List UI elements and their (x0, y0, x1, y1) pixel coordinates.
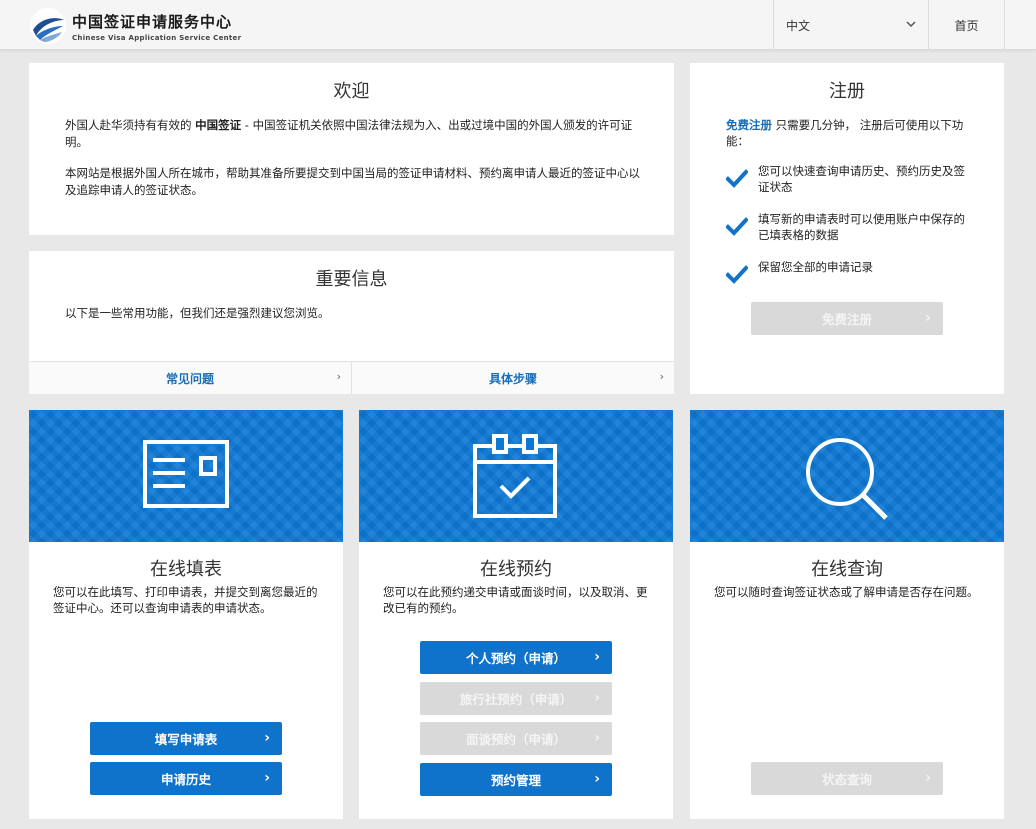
personal-appointment-button-label: 个人预约（申请） (465, 651, 566, 666)
steps-link-label: 具体步骤 (488, 371, 537, 386)
info-links-bar: 常见问题 › 具体步骤 › (29, 361, 674, 394)
chevron-right-icon: › (336, 370, 341, 383)
status-query-button-label: 状态查询 (821, 772, 872, 787)
chevron-right-icon: › (264, 770, 270, 786)
chevron-right-icon: › (594, 649, 600, 665)
calendar-icon (473, 434, 557, 518)
application-history-button-label: 申请历史 (160, 772, 211, 787)
benefit-item: 填写新的申请表时可以使用账户中保存的已填表格的数据 (726, 211, 976, 243)
language-select-value: 中文 (786, 18, 811, 33)
chevron-right-icon: › (925, 310, 931, 326)
online-form-banner (29, 410, 343, 542)
logo-globe-icon (30, 8, 66, 44)
checkmark-icon (726, 265, 748, 284)
online-query-banner (690, 410, 1004, 542)
welcome-card: 欢迎 外国人赴华须持有有效的 中国签证 - 中国签证机关依照中国法律法规为入、出… (29, 63, 674, 235)
register-card: 注册 免费注册 只需要几分钟， 注册后可使用以下功能： 您可以快速查询申请历史、… (690, 63, 1004, 394)
faq-link-label: 常见问题 (165, 371, 214, 386)
register-title: 注册 (829, 81, 865, 102)
benefit-item: 保留您全部的申请记录 (726, 259, 976, 285)
benefit-text: 您可以快速查询申请历史、预约历史及签证状态 (758, 164, 965, 194)
fill-form-button-label: 填写申请表 (154, 732, 218, 747)
benefit-item: 您可以快速查询申请历史、预约历史及签证状态 (726, 163, 976, 195)
online-form-title: 在线填表 (150, 559, 222, 580)
interview-appointment-button-label: 面谈预约（申请） (465, 732, 566, 747)
welcome-title: 欢迎 (333, 81, 370, 102)
search-icon (806, 438, 888, 520)
online-form-desc: 您可以在此填写、打印申请表，并提交到离您最近的签证中心。还可以查询申请表的申请状… (53, 585, 318, 615)
register-intro: 免费注册 只需要几分钟， 注册后可使用以下功能： (726, 117, 976, 149)
online-form-card: 在线填表 您可以在此填写、打印申请表，并提交到离您最近的签证中心。还可以查询申请… (29, 410, 343, 819)
benefit-text: 填写新的申请表时可以使用账户中保存的已填表格的数据 (758, 212, 965, 242)
chevron-right-icon: › (925, 770, 931, 786)
online-appointment-banner (359, 410, 673, 542)
chevron-right-icon: › (594, 730, 600, 746)
online-query-desc: 您可以随时查询签证状态或了解申请是否存在问题。 (714, 585, 979, 599)
steps-link[interactable]: 具体步骤 › (352, 362, 674, 394)
site-header: 中国签证申请服务中心 Chinese Visa Application Serv… (0, 0, 1036, 50)
agency-appointment-button-label: 旅行社预约（申请） (459, 692, 573, 707)
welcome-paragraph-1: 外国人赴华须持有有效的 中国签证 - 中国签证机关依照中国法律法规为入、出或过境… (65, 117, 645, 151)
checkmark-icon (726, 169, 748, 188)
online-query-title: 在线查询 (811, 559, 883, 580)
chevron-right-icon: › (594, 690, 600, 706)
chevron-right-icon: › (594, 771, 600, 787)
chevron-right-icon: › (659, 370, 664, 383)
online-query-card: 在线查询 您可以随时查询签证状态或了解申请是否存在问题。 状态查询 › (690, 410, 1004, 819)
home-link[interactable]: 首页 (929, 0, 1005, 50)
important-info-text: 以下是一些常用功能，但我们还是强烈建议您浏览。 (65, 306, 330, 320)
free-register-button[interactable]: 免费注册 › (751, 302, 943, 335)
checkmark-icon (726, 217, 748, 236)
manage-appointment-button[interactable]: 预约管理 › (420, 763, 612, 796)
welcome-paragraph-2: 本网站是根据外国人所在城市，帮助其准备所要提交到中国当局的签证申请材料、预约离申… (65, 166, 640, 197)
chevron-right-icon: › (264, 730, 270, 746)
agency-appointment-button[interactable]: 旅行社预约（申请） › (420, 682, 612, 715)
free-register-button-label: 免费注册 (821, 312, 872, 327)
logo-chinese-text: 中国签证申请服务中心 (72, 12, 233, 31)
form-document-icon (143, 440, 229, 508)
interview-appointment-button[interactable]: 面谈预约（申请） › (420, 722, 612, 755)
personal-appointment-button[interactable]: 个人预约（申请） › (420, 641, 612, 674)
benefit-text: 保留您全部的申请记录 (758, 260, 873, 274)
important-info-title: 重要信息 (315, 269, 388, 290)
important-info-card: 重要信息 以下是一些常用功能，但我们还是强烈建议您浏览。 常见问题 › 具体步骤… (29, 251, 674, 394)
fill-form-button[interactable]: 填写申请表 › (90, 722, 282, 755)
site-logo[interactable]: 中国签证申请服务中心 Chinese Visa Application Serv… (30, 8, 241, 44)
welcome-text-bold: 中国签证 (195, 118, 242, 132)
online-appointment-title: 在线预约 (480, 559, 552, 580)
manage-appointment-button-label: 预约管理 (490, 773, 541, 788)
welcome-text-a: 外国人赴华须持有有效的 (65, 118, 196, 132)
online-appointment-card: 在线预约 您可以在此预约递交申请或面谈时间，以及取消、更改已有的预约。 个人预约… (359, 410, 673, 819)
faq-link[interactable]: 常见问题 › (29, 362, 352, 394)
logo-english-text: Chinese Visa Application Service Center (72, 33, 242, 42)
online-appointment-desc: 您可以在此预约递交申请或面谈时间，以及取消、更改已有的预约。 (383, 585, 648, 615)
free-register-link[interactable]: 免费注册 (726, 118, 772, 132)
application-history-button[interactable]: 申请历史 › (90, 762, 282, 795)
chevron-down-icon (906, 18, 916, 32)
language-select[interactable]: 中文 (773, 0, 929, 50)
status-query-button[interactable]: 状态查询 › (751, 762, 943, 795)
